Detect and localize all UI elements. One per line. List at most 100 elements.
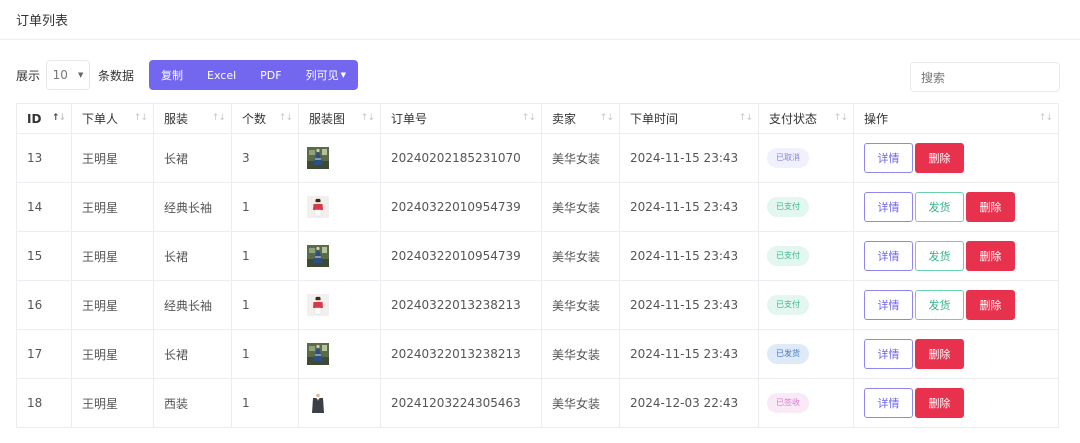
detail-button[interactable]: 详情 bbox=[864, 339, 913, 369]
cell-order-number: 20240322010954739 bbox=[380, 182, 542, 232]
cell-buyer: 王明星 bbox=[71, 231, 154, 281]
detail-button[interactable]: 详情 bbox=[864, 143, 913, 173]
table-row: 16 王明星 经典长袖 1 20240322013238213 美华女装 202… bbox=[16, 280, 1059, 330]
ship-button[interactable]: 发货 bbox=[915, 192, 964, 222]
detail-button[interactable]: 详情 bbox=[864, 241, 913, 271]
cell-item: 西装 bbox=[153, 378, 232, 428]
column-header-actions[interactable]: 操作 ↑↓ bbox=[853, 103, 1059, 134]
cell-image bbox=[298, 182, 381, 232]
page-length-value: 10 bbox=[52, 68, 68, 82]
delete-button[interactable]: 删除 bbox=[915, 339, 964, 369]
delete-button[interactable]: 删除 bbox=[966, 241, 1015, 271]
dress-thumbnail[interactable] bbox=[307, 245, 329, 267]
orders-table: ID ↑↓ 下单人 ↑↓ 服装 ↑↓ 个数 ↑↓ 服装图 ↑↓ 订单号 ↑↓ 卖家 ↑↓ 下单… bbox=[16, 103, 1059, 428]
cell-order-number: 20240322013238213 bbox=[380, 280, 542, 330]
show-label: 展示 bbox=[16, 68, 41, 83]
page-length-select[interactable]: 10 ▼ bbox=[46, 60, 91, 90]
cell-id: 16 bbox=[16, 280, 72, 330]
column-header-quantity[interactable]: 个数 ↑↓ bbox=[231, 103, 299, 134]
shirt-thumbnail[interactable] bbox=[307, 196, 329, 218]
column-visibility-button[interactable]: 列可见 ▼ bbox=[294, 60, 358, 90]
cell-item: 长裙 bbox=[153, 329, 232, 379]
column-header-payment-status[interactable]: 支付状态 ↑↓ bbox=[758, 103, 854, 134]
table-row: 14 王明星 经典长袖 1 20240322010954739 美华女装 202… bbox=[16, 182, 1059, 232]
dress-thumbnail[interactable] bbox=[307, 343, 329, 365]
search-input[interactable]: 搜索 bbox=[910, 62, 1060, 92]
detail-button[interactable]: 详情 bbox=[864, 290, 913, 320]
cell-seller: 美华女装 bbox=[541, 133, 620, 183]
cell-image bbox=[298, 280, 381, 330]
sort-icon: ↑↓ bbox=[833, 113, 848, 123]
table-header-row: ID ↑↓ 下单人 ↑↓ 服装 ↑↓ 个数 ↑↓ 服装图 ↑↓ 订单号 ↑↓ 卖家 ↑↓ 下单… bbox=[16, 103, 1059, 134]
table-row: 15 王明星 长裙 1 20240322010954739 美华女装 2024-… bbox=[16, 231, 1059, 281]
cell-order-number: 20240322013238213 bbox=[380, 329, 542, 379]
cell-status: 已签收 bbox=[758, 378, 854, 428]
cell-item: 长裙 bbox=[153, 231, 232, 281]
sort-icon: ↑↓ bbox=[738, 113, 753, 123]
cell-buyer: 王明星 bbox=[71, 378, 154, 428]
suit-thumbnail[interactable] bbox=[307, 392, 329, 414]
ship-button[interactable]: 发货 bbox=[915, 241, 964, 271]
sort-icon: ↑↓ bbox=[211, 113, 226, 123]
delete-button[interactable]: 删除 bbox=[966, 192, 1015, 222]
column-header-image[interactable]: 服装图 ↑↓ bbox=[298, 103, 381, 134]
column-header-seller[interactable]: 卖家 ↑↓ bbox=[541, 103, 620, 134]
excel-button[interactable]: Excel bbox=[195, 60, 248, 90]
cell-id: 13 bbox=[16, 133, 72, 183]
pdf-button[interactable]: PDF bbox=[248, 60, 293, 90]
detail-button[interactable]: 详情 bbox=[864, 388, 913, 418]
table-toolbar: 展示 10 ▼ 条数据 复制 Excel PDF 列可见 ▼ 搜索 bbox=[16, 60, 1060, 92]
cell-seller: 美华女装 bbox=[541, 378, 620, 428]
sort-icon: ↑↓ bbox=[599, 113, 614, 123]
records-label: 条数据 bbox=[98, 68, 135, 83]
delete-button[interactable]: 删除 bbox=[966, 290, 1015, 320]
cell-actions: 详情 删除 bbox=[853, 378, 1059, 428]
cell-quantity: 1 bbox=[231, 182, 299, 232]
detail-button[interactable]: 详情 bbox=[864, 192, 913, 222]
cell-buyer: 王明星 bbox=[71, 329, 154, 379]
table-row: 18 王明星 西装 1 20241203224305463 美华女装 2024-… bbox=[16, 378, 1059, 428]
ship-button[interactable]: 发货 bbox=[915, 290, 964, 320]
cell-actions: 详情 删除 bbox=[853, 133, 1059, 183]
cell-status: 已支付 bbox=[758, 182, 854, 232]
page-header: 订单列表 bbox=[0, 0, 1080, 40]
cell-status: 已发货 bbox=[758, 329, 854, 379]
status-badge: 已支付 bbox=[767, 246, 809, 266]
delete-button[interactable]: 删除 bbox=[915, 388, 964, 418]
cell-id: 14 bbox=[16, 182, 72, 232]
cell-item: 经典长袖 bbox=[153, 280, 232, 330]
cell-item: 经典长袖 bbox=[153, 182, 232, 232]
cell-id: 15 bbox=[16, 231, 72, 281]
sort-icon: ↑↓ bbox=[360, 113, 375, 123]
cell-quantity: 3 bbox=[231, 133, 299, 183]
column-header-order-time[interactable]: 下单时间 ↑↓ bbox=[619, 103, 759, 134]
chevron-down-icon: ▼ bbox=[77, 71, 84, 79]
column-header-id[interactable]: ID ↑↓ bbox=[16, 103, 72, 134]
status-badge: 已支付 bbox=[767, 295, 809, 315]
dress-thumbnail[interactable] bbox=[307, 147, 329, 169]
delete-button[interactable]: 删除 bbox=[915, 143, 964, 173]
cell-seller: 美华女装 bbox=[541, 280, 620, 330]
cell-order-number: 20240202185231070 bbox=[380, 133, 542, 183]
status-badge: 已签收 bbox=[767, 393, 809, 413]
cell-status: 已支付 bbox=[758, 280, 854, 330]
column-header-item[interactable]: 服装 ↑↓ bbox=[153, 103, 232, 134]
cell-order-time: 2024-12-03 22:43 bbox=[619, 378, 759, 428]
cell-image bbox=[298, 133, 381, 183]
shirt-thumbnail[interactable] bbox=[307, 294, 329, 316]
sort-icon: ↑↓ bbox=[51, 113, 66, 123]
cell-seller: 美华女装 bbox=[541, 329, 620, 379]
cell-image bbox=[298, 378, 381, 428]
cell-id: 18 bbox=[16, 378, 72, 428]
cell-status: 已取消 bbox=[758, 133, 854, 183]
cell-quantity: 1 bbox=[231, 329, 299, 379]
column-header-buyer[interactable]: 下单人 ↑↓ bbox=[71, 103, 154, 134]
sort-icon: ↑↓ bbox=[133, 113, 148, 123]
column-header-order-number[interactable]: 订单号 ↑↓ bbox=[380, 103, 542, 134]
cell-actions: 详情 删除 bbox=[853, 329, 1059, 379]
cell-order-time: 2024-11-15 23:43 bbox=[619, 329, 759, 379]
copy-button[interactable]: 复制 bbox=[149, 60, 195, 90]
cell-quantity: 1 bbox=[231, 231, 299, 281]
cell-buyer: 王明星 bbox=[71, 182, 154, 232]
column-visibility-label: 列可见 bbox=[305, 69, 339, 82]
